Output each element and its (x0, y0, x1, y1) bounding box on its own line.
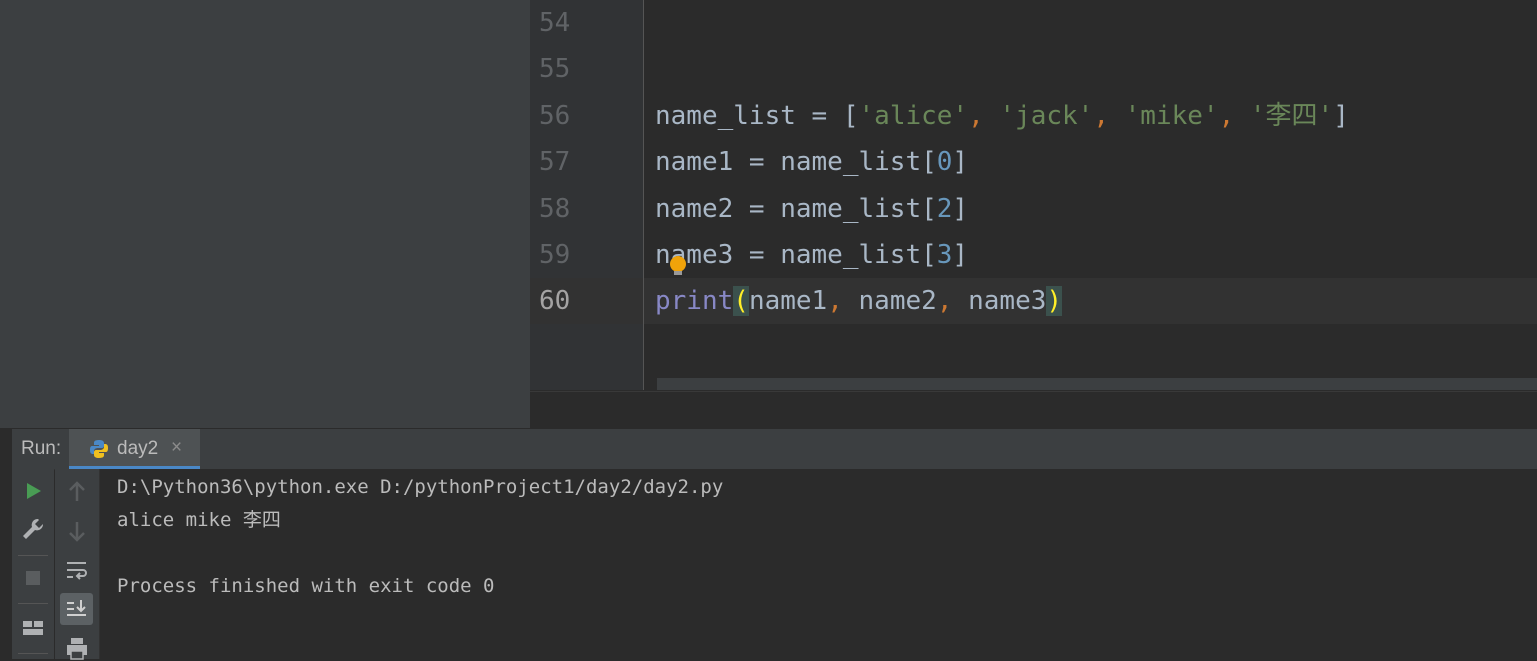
run-label: Run: (21, 438, 62, 459)
code-token: name1 (748, 286, 828, 316)
builtin-function: print (655, 286, 734, 316)
code-token: ] (952, 147, 969, 177)
string-literal: 'jack' (999, 101, 1094, 131)
scroll-to-end-icon (67, 600, 86, 616)
code-line-58[interactable]: name2 = name_list[2] (655, 186, 968, 232)
run-tab-label: day2 (117, 438, 159, 459)
number-literal: 0 (936, 147, 953, 177)
soft-wrap-icon[interactable] (64, 557, 90, 583)
code-line-57[interactable]: name1 = name_list[0] (655, 139, 968, 185)
line-gutter: 54 55 56 57 58 59 60 (530, 0, 644, 390)
code-line-59[interactable]: name3 = name_list[3] (655, 232, 968, 278)
run-tab-day2[interactable]: day2 × (69, 429, 200, 469)
comma: , (968, 101, 1000, 131)
code-token: name3 = name_list[ (655, 240, 937, 270)
comma: , (1093, 101, 1125, 131)
up-arrow-icon[interactable] (64, 479, 90, 505)
code-token: name3 (968, 286, 1047, 316)
number-literal: 3 (936, 240, 953, 270)
close-icon[interactable]: × (171, 437, 182, 459)
comma: , (1218, 101, 1250, 131)
comma: , (936, 286, 969, 316)
code-token: name1 = name_list[ (655, 147, 937, 177)
code-editor[interactable]: 54 55 56 57 58 59 60 name_list = ['alice… (530, 0, 1537, 429)
number-literal: 2 (936, 194, 953, 224)
console-line: D:\Python36\python.exe D:/pythonProject1… (117, 476, 724, 498)
code-token: [ (842, 101, 859, 131)
python-icon (90, 440, 108, 458)
editor-bottom-area (530, 391, 1537, 429)
layout-icon[interactable] (20, 615, 46, 641)
scroll-to-end-toggle[interactable] (60, 593, 93, 625)
code-token: name_list (655, 101, 796, 131)
toolbar-separator (18, 555, 48, 556)
matched-paren: ( (733, 286, 749, 316)
run-icon[interactable] (20, 478, 46, 504)
comma: , (827, 286, 859, 316)
run-console-output[interactable]: D:\Python36\python.exe D:/pythonProject1… (100, 469, 1537, 659)
line-number: 54 (539, 8, 571, 38)
string-literal: 'mike' (1124, 101, 1219, 131)
code-line-56[interactable]: name_list = ['alice', 'jack', 'mike', '李… (655, 93, 1349, 139)
code-token: name2 = name_list[ (655, 194, 937, 224)
run-toolbar-right (55, 469, 100, 661)
stop-icon[interactable] (20, 565, 46, 591)
matched-paren: ) (1046, 286, 1063, 316)
run-panel-header: Run: day2 × (12, 428, 1537, 470)
run-toolbar-left (12, 469, 54, 659)
lightbulb-icon[interactable] (670, 256, 686, 272)
string-literal: '李四' (1249, 101, 1334, 131)
code-line-60[interactable]: print(name1, name2, name3) (655, 278, 1063, 324)
line-number: 56 (539, 101, 571, 131)
lightbulb-base (674, 271, 682, 275)
console-line: Process finished with exit code 0 (117, 575, 495, 597)
line-number: 55 (539, 54, 571, 84)
code-token: ] (1333, 101, 1349, 131)
line-number: 59 (539, 240, 571, 270)
print-icon[interactable] (64, 635, 90, 661)
line-number-current: 60 (539, 286, 571, 316)
code-token: name2 (858, 286, 937, 316)
code-token: = (795, 101, 843, 131)
horizontal-scrollbar[interactable] (657, 378, 1537, 390)
wrench-icon[interactable] (20, 516, 46, 542)
project-panel (12, 0, 530, 428)
code-token: ] (952, 194, 969, 224)
line-number: 57 (539, 147, 571, 177)
code-token: ] (952, 240, 969, 270)
toolbar-separator (18, 653, 48, 654)
console-line: alice mike 李四 (117, 509, 281, 531)
string-literal: 'alice' (858, 101, 969, 131)
down-arrow-icon[interactable] (64, 518, 90, 544)
toolbar-separator (18, 603, 48, 604)
line-number: 58 (539, 194, 571, 224)
